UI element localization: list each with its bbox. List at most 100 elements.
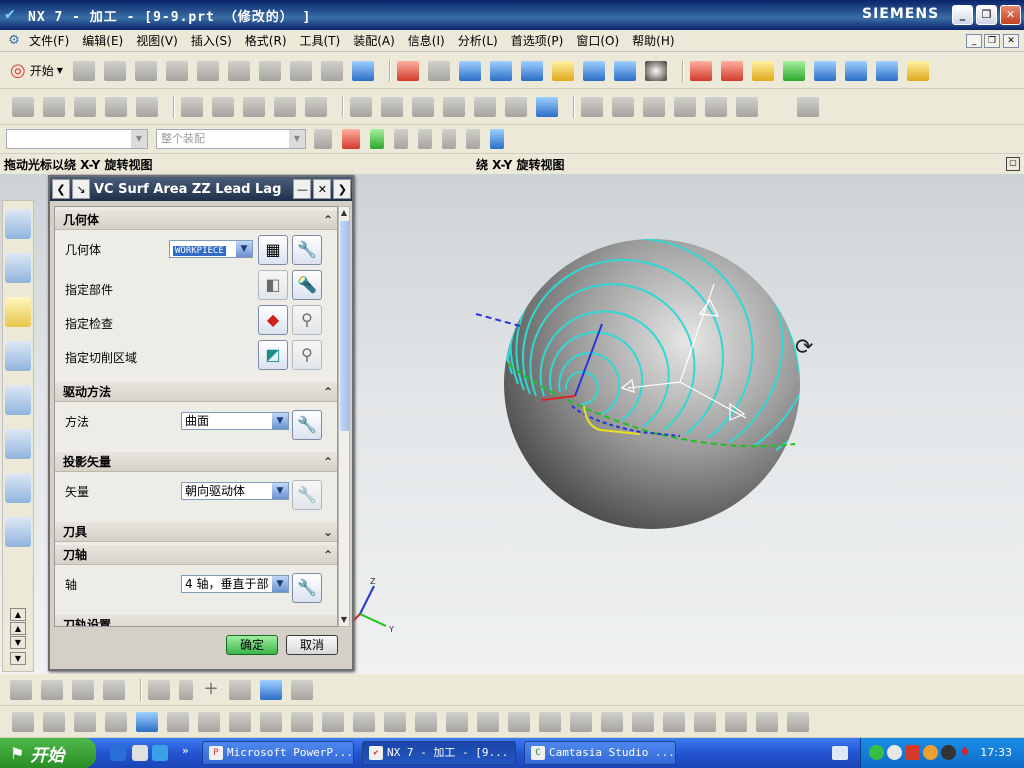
edit-tool-axis-button[interactable]: 🔧 — [292, 573, 322, 603]
select-all-icon[interactable] — [490, 129, 504, 149]
sew-icon[interactable] — [198, 711, 220, 732]
wcs-icon[interactable] — [689, 60, 712, 81]
chevron-down-icon[interactable]: ▼ — [236, 241, 252, 257]
create-tool-icon[interactable] — [782, 60, 805, 81]
edit-geometry-button[interactable]: 🔧 — [292, 235, 322, 265]
edit-object-icon[interactable] — [350, 96, 372, 117]
tray-app-icon-6[interactable]: ♦ — [959, 745, 974, 760]
projection-vector-section-header[interactable]: 投影矢量 ⌃ — [55, 452, 337, 472]
new-geometry-button[interactable]: ▦ — [258, 235, 288, 265]
display-part-button[interactable]: 🔦 — [292, 270, 322, 300]
ruled-surface-icon[interactable] — [632, 711, 654, 732]
menu-insert[interactable]: 插入(S) — [191, 32, 232, 49]
shell-icon[interactable] — [446, 711, 468, 732]
curve-rule-icon[interactable] — [370, 129, 384, 149]
scroll-thumb[interactable] — [340, 221, 349, 431]
history-icon[interactable] — [5, 517, 31, 547]
part-navigator-icon[interactable] — [5, 253, 31, 283]
move-object-icon[interactable] — [12, 711, 34, 732]
select-check-button[interactable]: ◆ — [258, 305, 288, 335]
windows-start-button[interactable]: ⚑ 开始 — [0, 738, 96, 768]
ruler-icon[interactable] — [906, 60, 929, 81]
draft-icon[interactable] — [477, 711, 499, 732]
open-file-icon[interactable] — [103, 60, 126, 81]
fit-view-icon[interactable] — [396, 60, 419, 81]
scroll-up-arrow-icon[interactable]: ▲ — [339, 207, 349, 219]
shop-doc-icon[interactable] — [536, 96, 558, 117]
scroll-up-button-2[interactable]: ▲ — [10, 622, 26, 635]
pan-icon[interactable] — [551, 60, 574, 81]
menu-preferences[interactable]: 首选项(P) — [511, 32, 564, 49]
task-camtasia[interactable]: C Camtasia Studio ... — [524, 741, 676, 765]
cancel-button[interactable]: 取消 — [286, 635, 338, 655]
quicklaunch-expand-icon[interactable]: » — [182, 744, 189, 757]
menu-analysis[interactable]: 分析(L) — [458, 32, 498, 49]
menu-file[interactable]: 文件(F) — [29, 32, 69, 49]
create-geometry-icon[interactable] — [813, 60, 836, 81]
revolve-icon[interactable] — [291, 679, 313, 700]
tool-axis-section-header[interactable]: 刀轴 ⌃ — [55, 545, 337, 565]
create-method-icon[interactable] — [844, 60, 867, 81]
display-cut-region-button[interactable]: ⚲ — [292, 340, 322, 370]
extrude-icon[interactable] — [260, 679, 282, 700]
zoom-icon[interactable] — [458, 60, 481, 81]
create-plane-icon[interactable] — [103, 679, 125, 700]
perspective-icon[interactable] — [582, 60, 605, 81]
close-button[interactable]: ✕ — [1000, 5, 1021, 25]
create-arc-icon[interactable] — [72, 679, 94, 700]
display-object-icon[interactable] — [474, 96, 496, 117]
zoom-window-icon[interactable] — [427, 60, 450, 81]
projection-vector-select[interactable]: 朝向驱动体 ▼ — [181, 482, 289, 500]
selection-box-icon[interactable] — [466, 129, 480, 149]
create-program-icon[interactable] — [751, 60, 774, 81]
scroll-down-button-2[interactable]: ▼ — [10, 652, 26, 665]
create-point-icon[interactable] — [10, 679, 32, 700]
postprocess-icon[interactable] — [305, 96, 327, 117]
tool-section-header[interactable]: 刀具 ⌄ — [55, 522, 337, 542]
geometry-view-icon[interactable] — [74, 96, 96, 117]
menu-format[interactable]: 格式(R) — [245, 32, 287, 49]
menu-help[interactable]: 帮助(H) — [632, 32, 674, 49]
path-display-icon[interactable] — [612, 96, 634, 117]
menu-tools[interactable]: 工具(T) — [300, 32, 341, 49]
verify-tool-path-icon[interactable] — [243, 96, 265, 117]
collapse-left-icon[interactable]: ❮ — [52, 179, 70, 199]
snap-point-icon[interactable] — [342, 129, 360, 149]
method-view-icon[interactable] — [105, 96, 127, 117]
expand-right-icon[interactable]: ❯ — [333, 179, 352, 199]
ok-button[interactable]: 确定 — [226, 635, 278, 655]
copy-transform-icon[interactable] — [43, 711, 65, 732]
intersect-icon[interactable] — [384, 711, 406, 732]
blank-icon[interactable] — [705, 96, 727, 117]
mdi-restore-button[interactable]: ❐ — [984, 34, 1000, 48]
face-rule-icon[interactable] — [394, 129, 408, 149]
edit-drive-method-button[interactable]: 🔧 — [292, 410, 322, 440]
offset-face-icon[interactable] — [415, 711, 437, 732]
add-point-icon[interactable]: + — [202, 679, 220, 700]
unite-icon[interactable] — [322, 711, 344, 732]
drive-method-section-header[interactable]: 驱动方法 ⌃ — [55, 382, 337, 402]
extend-icon[interactable] — [756, 711, 778, 732]
chevron-down-icon[interactable]: ▼ — [272, 483, 288, 499]
desktop-quicklaunch-icon[interactable] — [132, 745, 148, 761]
media-quicklaunch-icon[interactable] — [152, 745, 168, 761]
chevron-up-icon[interactable]: ⌃ — [323, 545, 333, 565]
through-curves-icon[interactable] — [663, 711, 685, 732]
copy-icon[interactable] — [227, 60, 250, 81]
select-part-button[interactable]: ◧ — [258, 270, 288, 300]
cut-object-icon[interactable] — [381, 96, 403, 117]
copy-object-icon[interactable] — [412, 96, 434, 117]
paste-object-icon[interactable] — [443, 96, 465, 117]
machine-navigator-icon[interactable] — [5, 341, 31, 371]
save-icon[interactable] — [134, 60, 157, 81]
sketch-icon[interactable] — [167, 711, 189, 732]
start-menu-button[interactable]: ◎ 开始 ▼ — [10, 60, 63, 81]
save-as-icon[interactable] — [165, 60, 188, 81]
tray-app-icon-4[interactable] — [923, 745, 938, 760]
thicken-icon[interactable] — [570, 711, 592, 732]
operation-navigator-icon[interactable] — [5, 297, 31, 327]
keyboard-icon[interactable] — [832, 746, 848, 760]
assembly-navigator-icon[interactable] — [5, 209, 31, 239]
geometry-section-header[interactable]: 几何体 ⌃ — [55, 210, 337, 230]
chamfer-icon[interactable] — [291, 711, 313, 732]
